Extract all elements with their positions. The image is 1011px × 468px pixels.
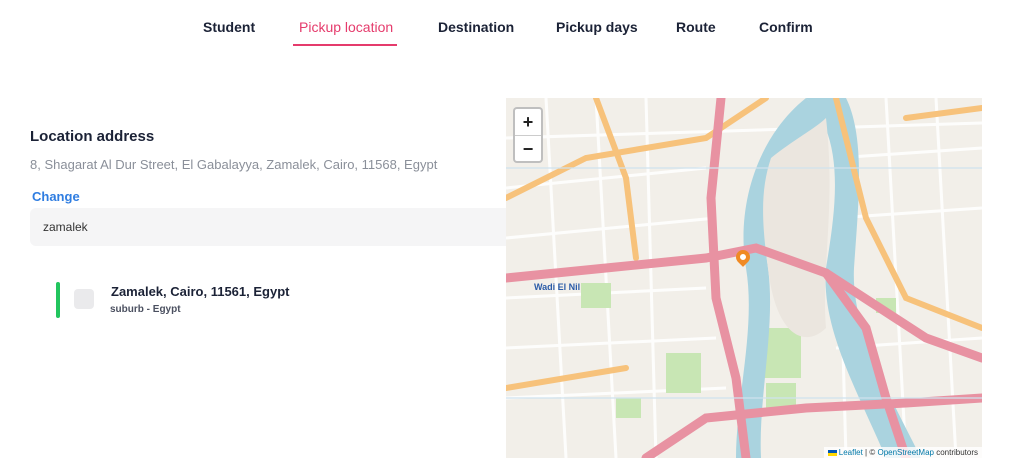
tab-student[interactable]: Student [203, 19, 255, 35]
ukraine-flag-icon [827, 449, 837, 456]
tab-pickup-days[interactable]: Pickup days [556, 19, 638, 35]
active-tab-indicator [293, 44, 397, 46]
zoom-out-button[interactable]: − [515, 135, 541, 162]
map-label-wadi: Wadi El Nil [534, 282, 581, 292]
result-checkbox[interactable] [74, 289, 94, 309]
step-tabs: Student Pickup location Destination Pick… [0, 0, 1011, 60]
map-attribution: Leaflet | © OpenStreetMap contributors [823, 447, 982, 458]
map-tiles [506, 98, 982, 458]
tab-route[interactable]: Route [676, 19, 716, 35]
tab-destination[interactable]: Destination [438, 19, 514, 35]
tab-confirm[interactable]: Confirm [759, 19, 813, 35]
selected-indicator [56, 282, 60, 318]
location-search-input[interactable] [30, 208, 508, 246]
location-address-value: 8, Shagarat Al Dur Street, El Gabalayya,… [30, 157, 438, 172]
zoom-in-button[interactable]: + [515, 109, 541, 135]
result-subtitle: suburb - Egypt [110, 304, 181, 315]
attribution-separator: | © [865, 448, 876, 457]
location-address-heading: Location address [30, 128, 155, 145]
attribution-contributors: contributors [936, 448, 978, 457]
map-view[interactable] [506, 98, 982, 458]
tab-pickup-location[interactable]: Pickup location [299, 19, 393, 35]
osm-link[interactable]: OpenStreetMap [877, 448, 933, 457]
change-link[interactable]: Change [32, 189, 80, 204]
zoom-control: + − [513, 107, 543, 163]
leaflet-link[interactable]: Leaflet [839, 448, 863, 457]
result-title[interactable]: Zamalek, Cairo, 11561, Egypt [111, 284, 289, 299]
